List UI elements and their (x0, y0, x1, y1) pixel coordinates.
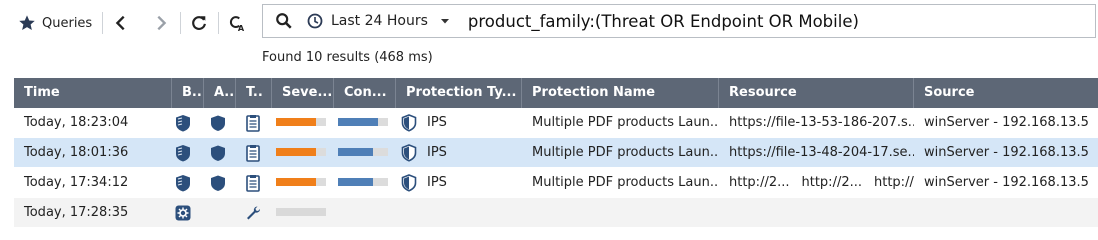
table-header: Time B.. A.. T.. Seve... Con... Protecti… (14, 78, 1098, 108)
protection-name-cell: Multiple PDF products Laun... (532, 175, 719, 190)
severity-fill (276, 118, 316, 126)
toolbar-divider (102, 12, 103, 34)
refresh-button[interactable] (190, 10, 208, 36)
wrench-icon (247, 206, 261, 220)
back-button[interactable] (112, 10, 130, 36)
protection-name-cell: Multiple PDF products Laun... (532, 115, 719, 130)
back-arrow-icon (115, 15, 125, 31)
table-row[interactable]: Today, 17:28:35 (14, 198, 1098, 228)
resource-link[interactable]: http://2... (802, 168, 863, 197)
ips-shield-icon (401, 144, 417, 162)
svg-text:A: A (238, 23, 245, 32)
query-language-button[interactable]: A (228, 10, 246, 36)
forward-button[interactable] (152, 10, 170, 36)
toolbar: Queries A Last 24 Hours product_family:(… (0, 0, 1098, 46)
logs-table: Time B.. A.. T.. Seve... Con... Protecti… (14, 78, 1098, 228)
severity-fill (276, 178, 316, 186)
column-header-type[interactable]: T.. (236, 78, 272, 108)
ips-shield-icon (401, 174, 417, 192)
table-row[interactable]: Today, 18:23:04 IPS Multiple PDF product… (14, 108, 1098, 138)
star-icon (19, 15, 35, 31)
protection-name-cell: Multiple PDF products Laun... (532, 145, 719, 160)
chevron-down-icon (440, 19, 449, 24)
time-cell: Today, 17:28:35 (24, 205, 129, 220)
time-cell: Today, 18:23:04 (24, 115, 129, 130)
shield-icon (211, 175, 225, 191)
toolbar-divider (218, 12, 219, 34)
search-clear-icon: A (229, 16, 245, 32)
severity-bar (276, 148, 326, 156)
search-icon (276, 13, 292, 29)
queries-label: Queries (42, 15, 93, 31)
ips-shield-icon (401, 114, 417, 132)
severity-bar (276, 118, 326, 126)
confidence-bar (338, 118, 388, 126)
column-header-protection-type[interactable]: Protection Ty... (396, 78, 522, 108)
column-header-resource[interactable]: Resource (719, 78, 914, 108)
time-cell: Today, 17:34:12 (24, 175, 129, 190)
resource-link[interactable]: https://file-13-53-186-207.s... (729, 115, 914, 130)
log-document-icon (246, 175, 260, 192)
results-count: Found 10 results (468 ms) (262, 50, 433, 65)
confidence-bar (338, 178, 388, 186)
confidence-fill (338, 118, 378, 126)
shield-icon (211, 115, 225, 131)
source-cell: winServer - 192.168.13.5... (924, 145, 1088, 160)
column-header-source[interactable]: Source (914, 78, 1086, 108)
resource-link[interactable]: http://2... (874, 168, 914, 197)
source-cell: winServer - 192.168.13.5... (924, 175, 1088, 190)
confidence-fill (338, 148, 373, 156)
toolbar-divider (180, 12, 181, 34)
time-cell: Today, 18:01:36 (24, 145, 129, 160)
table-row[interactable]: Today, 17:34:12 IPS Multiple PDF product… (14, 168, 1098, 198)
column-header-time[interactable]: Time (14, 78, 172, 108)
time-range-label: Last 24 Hours (331, 13, 428, 29)
severity-fill (276, 148, 316, 156)
severity-bar (276, 178, 326, 186)
threat-prevention-blade-icon (176, 145, 190, 162)
resource-cell[interactable]: https://file-13-53-186-207.s... (719, 108, 914, 137)
clock-icon (307, 13, 323, 29)
column-header-confidence[interactable]: Con... (334, 78, 396, 108)
queries-button[interactable]: Queries (18, 10, 92, 36)
protection-type-cell: IPS (427, 145, 447, 160)
severity-bar-empty (276, 208, 326, 216)
protection-type-cell: IPS (427, 175, 447, 190)
table-row-selected[interactable]: Today, 18:01:36 IPS Multiple PDF product… (14, 138, 1098, 168)
threat-prevention-blade-icon (176, 115, 190, 132)
column-header-action[interactable]: A.. (204, 78, 236, 108)
refresh-icon (192, 16, 206, 30)
confidence-fill (338, 178, 373, 186)
forward-arrow-icon (157, 15, 167, 31)
resource-link[interactable]: https://file-13-48-204-17.se... (729, 145, 914, 160)
shield-icon (211, 145, 225, 161)
confidence-bar (338, 148, 388, 156)
source-cell: winServer - 192.168.13.5... (924, 115, 1088, 130)
log-document-icon (246, 145, 260, 162)
log-document-icon (246, 115, 260, 132)
resource-link[interactable]: http://2... (729, 168, 790, 197)
column-header-blade[interactable]: B.. (172, 78, 204, 108)
resource-cell[interactable]: http://2... http://2... http://2... (719, 168, 914, 197)
protection-type-cell: IPS (427, 115, 447, 130)
column-header-severity[interactable]: Seve... (272, 78, 334, 108)
search-input[interactable]: product_family:(Threat OR Endpoint OR Mo… (468, 12, 859, 31)
threat-prevention-blade-icon (176, 175, 190, 192)
gear-badge-icon (175, 205, 191, 221)
resource-cell[interactable]: https://file-13-48-204-17.se... (719, 138, 914, 167)
search-bar[interactable]: Last 24 Hours product_family:(Threat OR … (262, 4, 1096, 38)
time-range-dropdown[interactable]: Last 24 Hours (307, 13, 450, 29)
column-header-protection-name[interactable]: Protection Name (522, 78, 719, 108)
